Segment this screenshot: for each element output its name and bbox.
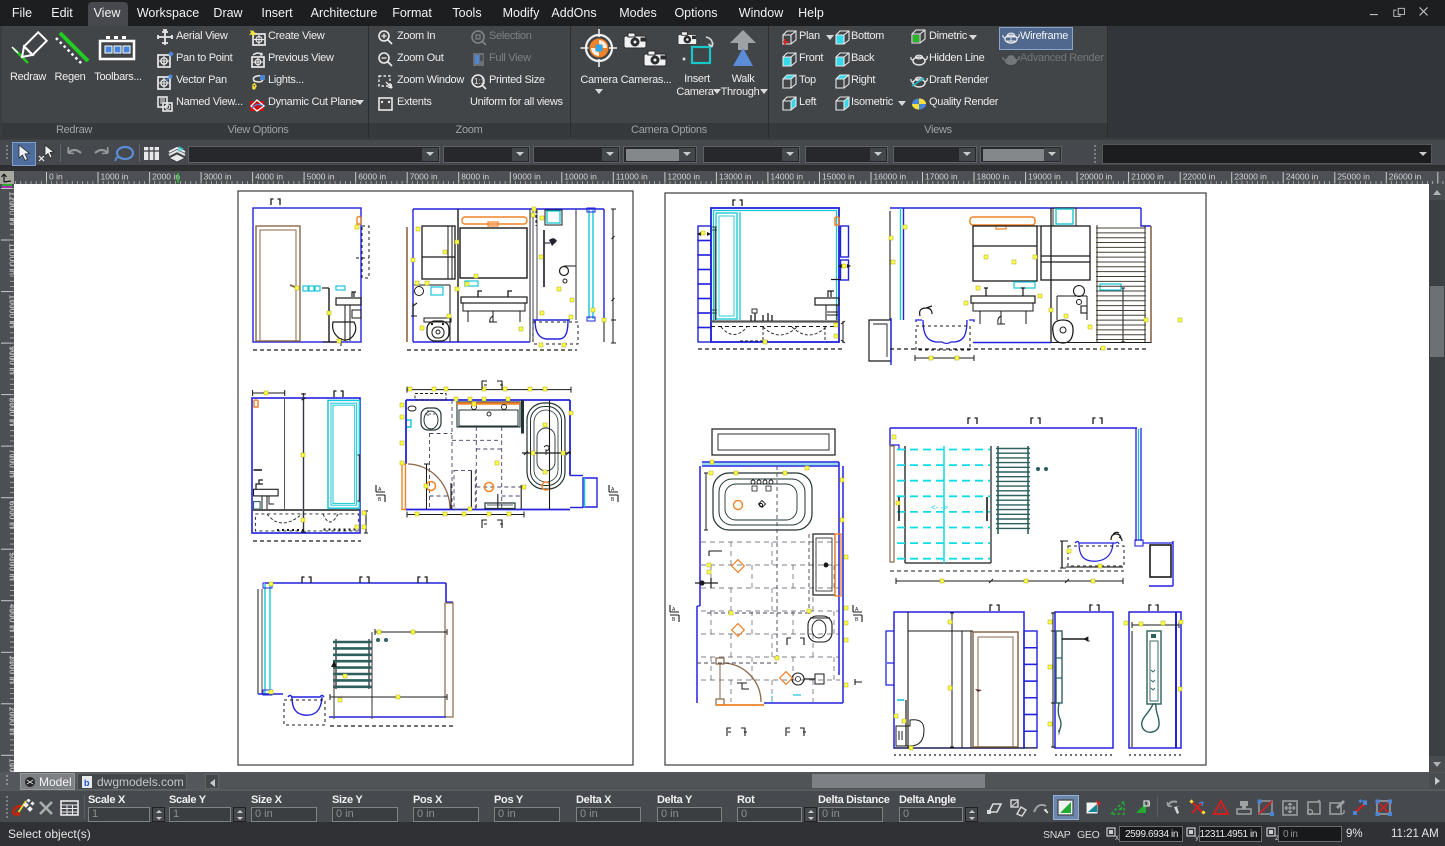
svg-text:5000 in: 5000 in <box>307 172 335 182</box>
svg-text:26000 in: 26000 in <box>1389 172 1422 182</box>
svg-text:b: b <box>84 778 90 788</box>
svg-text:19000 in: 19000 in <box>1028 172 1061 182</box>
svg-text:3000 in: 3000 in <box>204 172 232 182</box>
svg-text:25000 in: 25000 in <box>1337 172 1370 182</box>
svg-text:4000 in: 4000 in <box>255 172 283 182</box>
svg-text:7000 in: 7000 in <box>410 172 438 182</box>
svg-text:16000 in: 16000 in <box>874 172 907 182</box>
svg-text:15000 in: 15000 in <box>822 172 855 182</box>
svg-text:10000 in: 10000 in <box>564 172 597 182</box>
svg-text:6000 in: 6000 in <box>358 172 386 182</box>
svg-text:8000 in: 8000 in <box>461 172 489 182</box>
svg-text:12000 in: 12000 in <box>667 172 700 182</box>
svg-text:<- ->: <- -> <box>931 503 948 512</box>
svg-text:23000 in: 23000 in <box>1234 172 1267 182</box>
svg-text:24000 in: 24000 in <box>1286 172 1319 182</box>
svg-text:0: 0 <box>1147 802 1151 808</box>
svg-text:20000 in: 20000 in <box>1080 172 1113 182</box>
svg-text:0 in: 0 in <box>49 172 63 182</box>
svg-text:13000 in: 13000 in <box>719 172 752 182</box>
svg-text:9000 in: 9000 in <box>513 172 541 182</box>
svg-text:14000 in: 14000 in <box>770 172 803 182</box>
svg-text:11000 in: 11000 in <box>616 172 648 182</box>
svg-text:1:1: 1:1 <box>474 77 486 86</box>
svg-text:22000 in: 22000 in <box>1183 172 1216 182</box>
svg-text:21000 in: 21000 in <box>1131 172 1164 182</box>
svg-text:1000 in: 1000 in <box>101 172 129 182</box>
svg-text:17000 in: 17000 in <box>925 172 958 182</box>
svg-text:18000 in: 18000 in <box>977 172 1010 182</box>
svg-text:2000 in: 2000 in <box>152 172 180 182</box>
